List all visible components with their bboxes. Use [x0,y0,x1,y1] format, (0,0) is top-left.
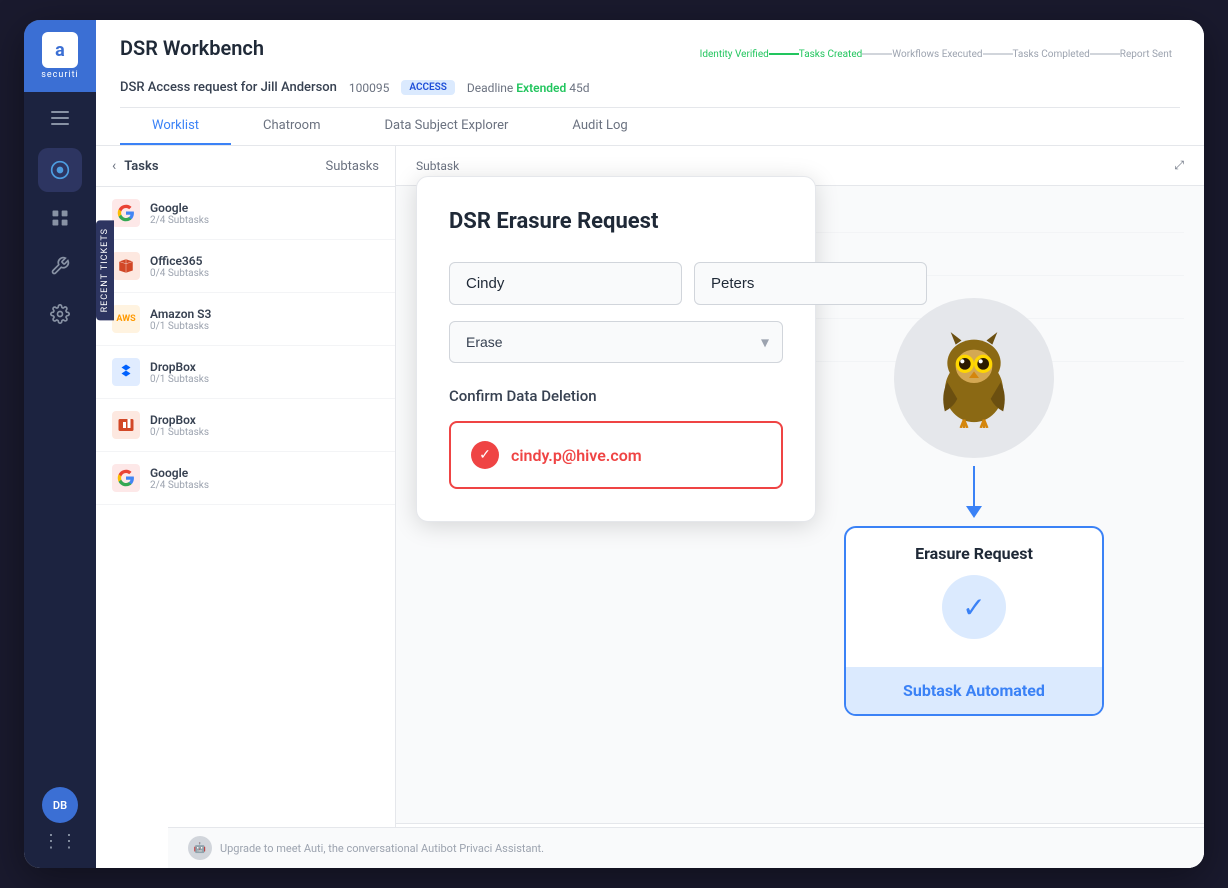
progress-steps: Identity Verified Tasks Created Workflow… [700,49,1180,60]
task-info-office365: Office365 0/4 Subtasks [150,254,379,279]
extended-label: Extended [516,81,566,95]
subtask-col-header: Subtask [416,159,459,173]
step-workflows: Workflows Executed [892,49,982,60]
task-item-google-1[interactable]: Google 2/4 Subtasks [96,187,395,240]
first-name-input[interactable] [449,262,682,305]
task-info-google-1: Google 2/4 Subtasks [150,201,379,226]
step-report-sent: Report Sent [1120,49,1172,60]
connector-1 [769,53,799,55]
confirm-label: Confirm Data Deletion [449,387,783,405]
ticket-title: DSR Access request for Jill Anderson [120,80,337,95]
tab-worklist[interactable]: Worklist [120,108,231,145]
step-tasks-completed: Tasks Completed [1013,49,1090,60]
back-button[interactable]: ‹ [112,158,116,174]
step-tasks-created: Tasks Created [799,49,863,60]
action-select[interactable]: Erase Access Restrict [449,321,783,363]
sidebar-item-tools[interactable] [38,244,82,288]
task-info-dropbox-1: DropBox 0/1 Subtasks [150,360,379,385]
office365-icon [112,252,140,280]
tab-nav: Worklist Chatroom Data Subject Explorer … [120,107,1180,145]
page-header: DSR Workbench Identity Verified Tasks Cr… [96,20,1204,146]
task-panel-header: ‹ Tasks Subtasks [96,146,395,187]
subtask-automated-label: Subtask Automated [866,681,1082,700]
task-item-amazon-s3[interactable]: AWS Amazon S3 0/1 Subtasks [96,293,395,346]
task-info-google-2: Google 2/4 Subtasks [150,466,379,491]
deadline-label: Deadline Extended 45d [467,81,590,95]
task-item-dropbox-2[interactable]: DropBox 0/1 Subtasks [96,399,395,452]
last-name-input[interactable] [694,262,927,305]
task-name-amazon-s3: Amazon S3 [150,307,379,321]
tab-data-subject-explorer[interactable]: Data Subject Explorer [352,108,540,145]
erasure-request-card: Erasure Request ✓ Subtask Automated [844,526,1104,716]
action-select-wrapper: Erase Access Restrict ▾ [449,321,783,363]
google-icon-2 [112,464,140,492]
task-name-dropbox-2: DropBox [150,413,379,427]
task-info-dropbox-2: DropBox 0/1 Subtasks [150,413,379,438]
dsr-erasure-modal: DSR Erasure Request Erase Access Restric… [416,176,816,522]
email-text: cindy.p@hive.com [511,446,642,465]
amazon-s3-icon: AWS [112,305,140,333]
page-title: DSR Workbench [120,36,264,60]
task-name-dropbox-1: DropBox [150,360,379,374]
step-identity-verified: Identity Verified [700,49,769,60]
task-name-google-1: Google [150,201,379,215]
email-check-icon: ✓ [471,441,499,469]
name-fields [449,262,783,305]
task-subtasks-google-1: 2/4 Subtasks [150,215,379,226]
sidebar: a securiti DB ⋮⋮ [24,20,96,868]
connector-3 [983,53,1013,55]
task-panel: ‹ Tasks Subtasks Google 2/4 Subtasks [96,146,396,868]
task-subtasks-amazon-s3: 0/1 Subtasks [150,321,379,332]
check-icon: ✓ [962,591,985,624]
task-subtasks-dropbox-1: 0/1 Subtasks [150,374,379,385]
erasure-card-footer: Subtask Automated [846,667,1102,714]
task-item-office365[interactable]: Office365 0/4 Subtasks [96,240,395,293]
erasure-card-title: Erasure Request [866,544,1082,563]
logo-text: securiti [41,70,78,80]
erasure-check-circle: ✓ [942,575,1006,639]
main-content: DSR Workbench Identity Verified Tasks Cr… [96,20,1204,868]
main-panel: Subtask ⤢ → Run Auto-Discovery Run PD Re… [396,146,1204,868]
arrow-down-icon [966,466,982,518]
task-info-amazon-s3: Amazon S3 0/1 Subtasks [150,307,379,332]
email-confirm-box: ✓ cindy.p@hive.com [449,421,783,489]
subtask-col-label: Subtasks [325,159,379,174]
chatbot-avatar: 🤖 [188,836,212,860]
task-subtasks-dropbox-2: 0/1 Subtasks [150,427,379,438]
task-panel-title: Tasks [124,159,158,174]
sidebar-item-settings[interactable] [38,292,82,336]
task-name-office365: Office365 [150,254,379,268]
task-item-google-2[interactable]: Google 2/4 Subtasks [96,452,395,505]
sidebar-nav [38,148,82,787]
ticket-id: 100095 [349,81,389,95]
logo[interactable]: a securiti [24,20,96,92]
connector-4 [1090,53,1120,55]
task-item-dropbox-1[interactable]: DropBox 0/1 Subtasks [96,346,395,399]
hamburger-icon [51,111,69,125]
ticket-info-bar: DSR Access request for Jill Anderson 100… [120,80,1180,95]
task-name-google-2: Google [150,466,379,480]
dropbox-icon-1 [112,358,140,386]
hamburger-menu[interactable] [24,96,96,140]
apps-icon[interactable]: ⋮⋮ [42,831,78,852]
logo-icon: a [42,32,78,68]
owl-illustration [894,298,1054,458]
dropbox-icon-2 [112,411,140,439]
status-bar-text: Upgrade to meet Auti, the conversational… [220,842,544,855]
tab-audit-log[interactable]: Audit Log [540,108,659,145]
sidebar-item-dashboard[interactable] [38,196,82,240]
sidebar-bottom: DB ⋮⋮ [42,787,78,868]
task-subtasks-office365: 0/4 Subtasks [150,268,379,279]
user-avatar[interactable]: DB [42,787,78,823]
google-icon-1 [112,199,140,227]
access-badge: ACCESS [401,80,455,95]
modal-title: DSR Erasure Request [449,209,783,234]
recent-tickets-tab[interactable]: RECENT TICKETS [96,220,114,320]
connector-2 [862,53,892,55]
task-subtasks-google-2: 2/4 Subtasks [150,480,379,491]
content-body: ‹ Tasks Subtasks Google 2/4 Subtasks [96,146,1204,868]
erasure-card-header: Erasure Request ✓ [846,528,1102,667]
tab-chatroom[interactable]: Chatroom [231,108,352,145]
sidebar-item-home[interactable] [38,148,82,192]
